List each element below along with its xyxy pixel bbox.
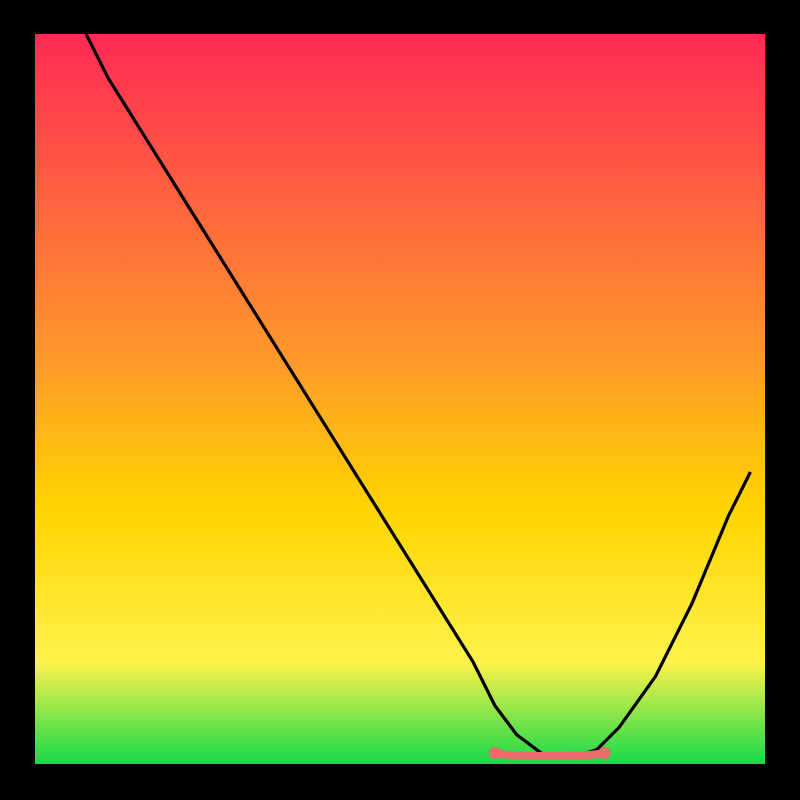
- bottleneck-chart: [0, 0, 800, 800]
- chart-gradient-area: [35, 34, 765, 764]
- chart-flat-marker-right-dot: [598, 747, 610, 759]
- chart-flat-marker-left-dot: [489, 747, 501, 759]
- chart-flat-marker: [495, 753, 605, 756]
